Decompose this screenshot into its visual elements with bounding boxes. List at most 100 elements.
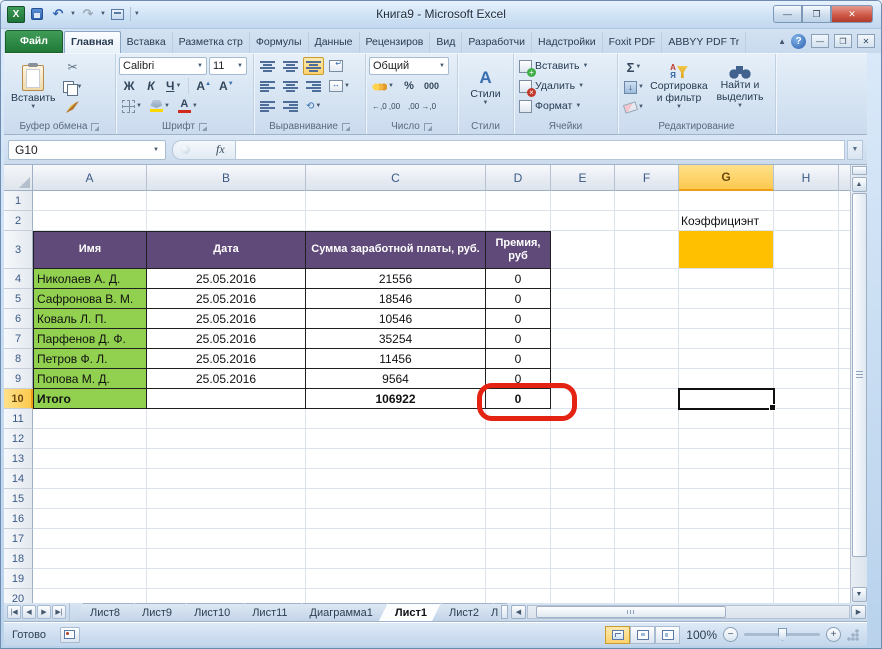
tab-ABBYY PDF Tr[interactable]: ABBYY PDF Tr xyxy=(662,32,746,53)
cell-B6[interactable]: 25.05.2016 xyxy=(147,309,306,329)
macro-record-button[interactable] xyxy=(60,627,80,643)
cell-E8[interactable] xyxy=(551,349,615,369)
next-sheet-icon[interactable]: ▶ xyxy=(37,605,51,619)
cell-G18[interactable] xyxy=(679,549,774,569)
cell-C19[interactable] xyxy=(306,569,486,589)
cell-D17[interactable] xyxy=(486,529,551,549)
cell-B16[interactable] xyxy=(147,509,306,529)
paste-button[interactable]: Вставить ▼ xyxy=(7,56,60,119)
cell-G8[interactable] xyxy=(679,349,774,369)
cell-F14[interactable] xyxy=(615,469,679,489)
cell-D16[interactable] xyxy=(486,509,551,529)
decrease-decimal-button[interactable]: ,00 →,0 xyxy=(405,97,439,115)
cell-A15[interactable] xyxy=(33,489,147,509)
zoom-slider[interactable] xyxy=(744,633,820,636)
cell-F15[interactable] xyxy=(615,489,679,509)
cell-G13[interactable] xyxy=(679,449,774,469)
cell-D2[interactable] xyxy=(486,211,551,231)
alignment-dialog-launcher-icon[interactable] xyxy=(342,123,350,131)
font-size-combo[interactable]: 11▼ xyxy=(209,57,247,75)
tab-Вид[interactable]: Вид xyxy=(430,32,462,53)
cell-A7[interactable]: Парфенов Д. Ф. xyxy=(33,329,147,349)
cell-G3[interactable] xyxy=(679,231,774,269)
row-header-20[interactable]: 20 xyxy=(4,589,33,603)
cell-H13[interactable] xyxy=(774,449,839,469)
row-header-18[interactable]: 18 xyxy=(4,549,33,569)
name-box-dropdown-icon[interactable]: ▼ xyxy=(153,147,159,153)
last-sheet-icon[interactable]: ▶| xyxy=(52,605,66,619)
vertical-scroll-thumb[interactable] xyxy=(852,193,867,557)
row-header-8[interactable]: 8 xyxy=(4,349,33,369)
cell-B7[interactable]: 25.05.2016 xyxy=(147,329,306,349)
cell-D13[interactable] xyxy=(486,449,551,469)
cell-C10[interactable]: 106922 xyxy=(306,389,486,409)
tab-Разработчи[interactable]: Разработчи xyxy=(462,32,532,53)
cell-B5[interactable]: 25.05.2016 xyxy=(147,289,306,309)
cell-C13[interactable] xyxy=(306,449,486,469)
cell-A2[interactable] xyxy=(33,211,147,231)
font-name-combo[interactable]: Calibri▼ xyxy=(119,57,207,75)
cell-H8[interactable] xyxy=(774,349,839,369)
cell-A20[interactable] xyxy=(33,589,147,603)
accounting-format-button[interactable]: ▼ xyxy=(369,77,397,95)
cell-F3[interactable] xyxy=(615,231,679,269)
cell-G16[interactable] xyxy=(679,509,774,529)
col-header-H[interactable]: H xyxy=(774,165,839,191)
sheet-tab-Лист9[interactable]: Лист9 xyxy=(126,603,186,621)
copy-button[interactable]: ▼ xyxy=(60,78,86,96)
cell-F6[interactable] xyxy=(615,309,679,329)
decrease-indent-button[interactable] xyxy=(257,97,278,115)
cell-A14[interactable] xyxy=(33,469,147,489)
cell-C18[interactable] xyxy=(306,549,486,569)
cell-C14[interactable] xyxy=(306,469,486,489)
col-header-C[interactable]: C xyxy=(306,165,486,191)
cell-E20[interactable] xyxy=(551,589,615,603)
cell-G7[interactable] xyxy=(679,329,774,349)
cell-F20[interactable] xyxy=(615,589,679,603)
cell-H7[interactable] xyxy=(774,329,839,349)
cell-A18[interactable] xyxy=(33,549,147,569)
cell-A12[interactable] xyxy=(33,429,147,449)
scroll-up-icon[interactable]: ▲ xyxy=(852,177,867,192)
cell-A3[interactable]: Имя xyxy=(33,231,147,269)
cell-E1[interactable] xyxy=(551,191,615,211)
resize-grip[interactable] xyxy=(847,629,859,641)
cell-D19[interactable] xyxy=(486,569,551,589)
cell-E6[interactable] xyxy=(551,309,615,329)
autosum-button[interactable]: Σ▼ xyxy=(621,58,647,76)
number-dialog-launcher-icon[interactable] xyxy=(424,123,432,131)
underline-button[interactable]: Ч▼ xyxy=(163,77,184,95)
cell-E17[interactable] xyxy=(551,529,615,549)
cell-G20[interactable] xyxy=(679,589,774,603)
cell-E18[interactable] xyxy=(551,549,615,569)
cell-E4[interactable] xyxy=(551,269,615,289)
cell-F12[interactable] xyxy=(615,429,679,449)
tab-Главная[interactable]: Главная xyxy=(64,31,121,53)
workbook-restore-icon[interactable]: ❐ xyxy=(834,34,852,48)
tab-Данные[interactable]: Данные xyxy=(309,32,360,53)
cell-H16[interactable] xyxy=(774,509,839,529)
page-layout-view-button[interactable] xyxy=(630,626,655,644)
cell-H19[interactable] xyxy=(774,569,839,589)
bold-button[interactable]: Ж xyxy=(119,77,139,95)
scroll-left-icon[interactable]: ◀ xyxy=(511,605,526,619)
tab-Файл[interactable]: Файл xyxy=(5,30,63,53)
row-header-12[interactable]: 12 xyxy=(4,429,33,449)
cell-C16[interactable] xyxy=(306,509,486,529)
cell-H12[interactable] xyxy=(774,429,839,449)
cell-F7[interactable] xyxy=(615,329,679,349)
cell-H18[interactable] xyxy=(774,549,839,569)
cell-G4[interactable] xyxy=(679,269,774,289)
row-header-13[interactable]: 13 xyxy=(4,449,33,469)
cell-B12[interactable] xyxy=(147,429,306,449)
delete-cells-button[interactable]: ×Удалить▼ xyxy=(517,77,614,95)
format-cells-button[interactable]: Формат▼ xyxy=(517,97,614,115)
tab-Foxit PDF[interactable]: Foxit PDF xyxy=(603,32,663,53)
cell-H3[interactable] xyxy=(774,231,839,269)
cell-F5[interactable] xyxy=(615,289,679,309)
vertical-scrollbar[interactable]: ▲ ▼ xyxy=(850,165,867,603)
cell-A6[interactable]: Коваль Л. П. xyxy=(33,309,147,329)
cell-C8[interactable]: 11456 xyxy=(306,349,486,369)
cell-D6[interactable]: 0 xyxy=(486,309,551,329)
row-header-3[interactable]: 3 xyxy=(4,231,33,269)
